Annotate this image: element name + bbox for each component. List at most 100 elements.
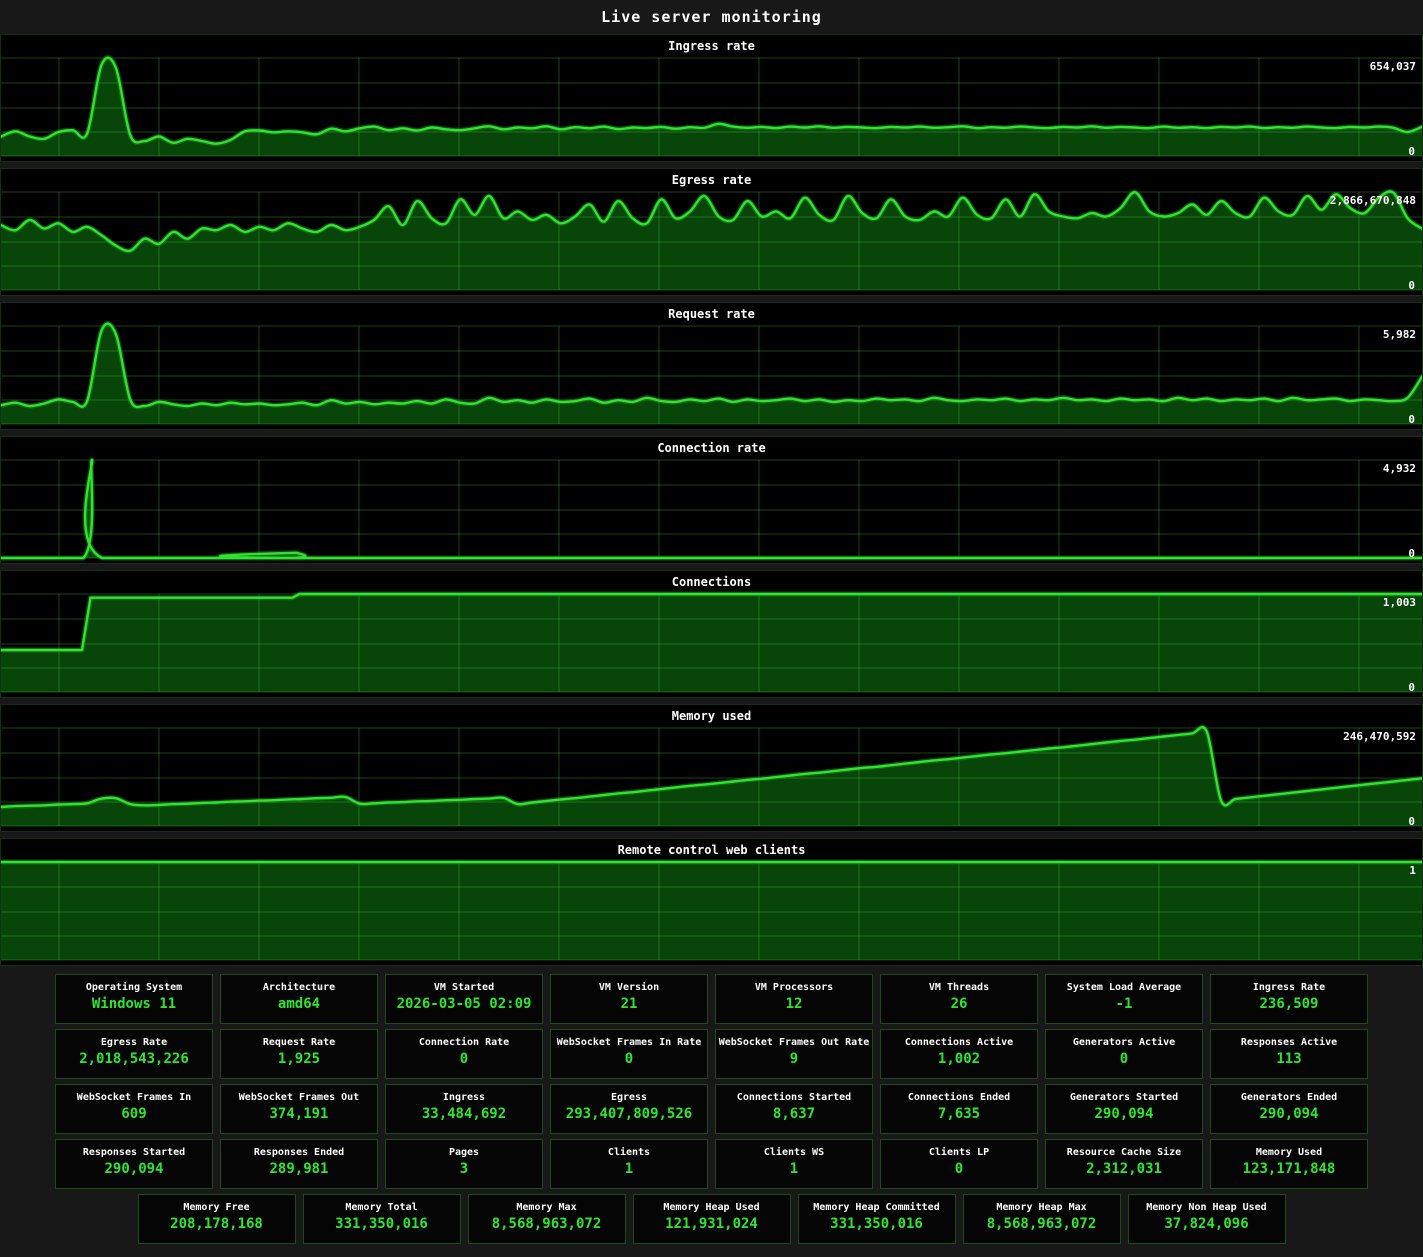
stat-value: 2,018,543,226 [56,1051,212,1067]
series-fill [1,324,1422,424]
stat-value: 7,635 [881,1106,1037,1122]
stat-tile-connection-rate: Connection Rate0 [385,1029,543,1079]
chart-title: Remote control web clients [1,843,1422,857]
stat-tile-websocket-frames-in-rate: WebSocket Frames In Rate 0 [550,1029,708,1079]
chart-panel-request-rate: Request rate5,9820 [0,302,1423,430]
stat-label: Memory Total [304,1202,460,1213]
stat-label: Ingress Rate [1211,982,1367,993]
series-fill [1,594,1422,692]
stat-label: WebSocket Frames In [56,1092,212,1103]
stat-label: VM Processors [716,982,872,993]
stat-value: Windows 11 [56,996,212,1012]
stat-label: VM Threads [881,982,1037,993]
stat-tile-generators-started: Generators Started290,094 [1045,1084,1203,1134]
stat-label: System Load Average [1046,982,1202,993]
stat-value: 236,509 [1211,996,1367,1012]
stat-tile-generators-ended: Generators Ended290,094 [1210,1084,1368,1134]
y-min-label: 0 [1408,815,1415,828]
y-max-label: 1 [1409,864,1416,877]
chart-title: Ingress rate [1,39,1422,53]
chart-title: Memory used [1,709,1422,723]
y-min-label: 0 [1408,681,1415,694]
stat-tile-responses-active: Responses Active113 [1210,1029,1368,1079]
y-max-label: 1,003 [1383,596,1416,609]
chart-panel-memory-used: Memory used246,470,5920 [0,704,1423,832]
stat-value: 374,191 [221,1106,377,1122]
stat-value: 2,312,031 [1046,1161,1202,1177]
y-min-label: 0 [1408,145,1415,158]
stat-value: 1 [551,1161,707,1177]
stat-tile-operating-system: Operating System Windows 11 [55,974,213,1024]
stat-tile-memory-heap-committed: Memory Heap Committed331,350,016 [798,1194,956,1244]
y-min-label: 0 [1408,279,1415,292]
stat-value: 609 [56,1106,212,1122]
chart-canvas-remote-control-web-clients [1,839,1422,965]
stat-tile-vm-version: VM Version21 [550,974,708,1024]
stat-label: Architecture [221,982,377,993]
stat-value: 37,824,096 [1129,1216,1285,1232]
stat-label: Generators Ended [1211,1092,1367,1103]
stat-tile-memory-free: Memory Free208,178,168 [138,1194,296,1244]
stat-tile-clients-ws: Clients WS 1 [715,1139,873,1189]
chart-title: Egress rate [1,173,1422,187]
stat-label: Operating System [56,982,212,993]
stats-row-4: Responses Started290,094 Responses Ended 2… [0,1139,1423,1189]
y-min-label: 0 [1408,547,1415,560]
chart-panel-connection-rate: Connection rate 4,932 0 [0,436,1423,564]
stat-value: 1 [716,1161,872,1177]
stat-tile-generators-active: Generators Active0 [1045,1029,1203,1079]
stat-tile-memory-total: Memory Total 331,350,016 [303,1194,461,1244]
stat-label: Request Rate [221,1037,377,1048]
stat-value: 1,002 [881,1051,1037,1067]
stat-tile-system-load-average: System Load Average -1 [1045,974,1203,1024]
chart-title: Request rate [1,307,1422,321]
stat-value: 1,925 [221,1051,377,1067]
stat-tile-ingress-rate: Ingress Rate 236,509 [1210,974,1368,1024]
stat-label: WebSocket Frames Out [221,1092,377,1103]
stat-label: Responses Ended [221,1147,377,1158]
chart-panel-connections: Connections1,0030 [0,570,1423,698]
stat-tile-responses-started: Responses Started290,094 [55,1139,213,1189]
stat-tile-vm-started: VM Started 2026-03-05 02:09 [385,974,543,1024]
stat-tile-connections-active: Connections Active1,002 [880,1029,1038,1079]
y-max-label: 4,932 [1383,462,1416,475]
series-fill [1,862,1422,960]
series-glow [1,460,1422,558]
y-max-label: 2,866,670,848 [1330,194,1416,207]
stat-label: Clients WS [716,1147,872,1158]
stat-tile-vm-threads: VM Threads26 [880,974,1038,1024]
stat-label: VM Started [386,982,542,993]
stat-value: 331,350,016 [799,1216,955,1232]
chart-canvas-memory-used [1,705,1422,831]
stat-label: WebSocket Frames In Rate [551,1037,707,1048]
chart-canvas-connections [1,571,1422,697]
stat-tile-egress: Egress 293,407,809,526 [550,1084,708,1134]
stat-label: Egress [551,1092,707,1103]
chart-panel-egress-rate: Egress rate 2,866,670,848 0 [0,168,1423,296]
stat-value: 0 [881,1161,1037,1177]
stat-label: Generators Active [1046,1037,1202,1048]
stat-value: 113 [1211,1051,1367,1067]
stat-value: 121,931,024 [634,1216,790,1232]
stat-value: 21 [551,996,707,1012]
stat-tile-clients-lp: Clients LP0 [880,1139,1038,1189]
series-fill [1,460,1422,558]
stat-label: Clients [551,1147,707,1158]
stat-value: 123,171,848 [1211,1161,1367,1177]
y-min-label: 0 [1408,413,1415,426]
stat-tile-memory-used: Memory Used123,171,848 [1210,1139,1368,1189]
stat-label: Responses Started [56,1147,212,1158]
stat-value: -1 [1046,996,1202,1012]
stat-value: 0 [551,1051,707,1067]
chart-title: Connection rate [1,441,1422,455]
stat-value: 331,350,016 [304,1216,460,1232]
stat-value: 2026-03-05 02:09 [386,996,542,1012]
stat-value: 290,094 [1046,1106,1202,1122]
stat-value: 293,407,809,526 [551,1106,707,1122]
series-line [1,324,1422,407]
stat-label: Memory Max [469,1202,625,1213]
chart-canvas-connection-rate [1,437,1422,563]
chart-panel-ingress-rate: Ingress rate654,0370 [0,34,1423,162]
chart-grid [1,460,1422,558]
stat-value: 33,484,692 [386,1106,542,1122]
